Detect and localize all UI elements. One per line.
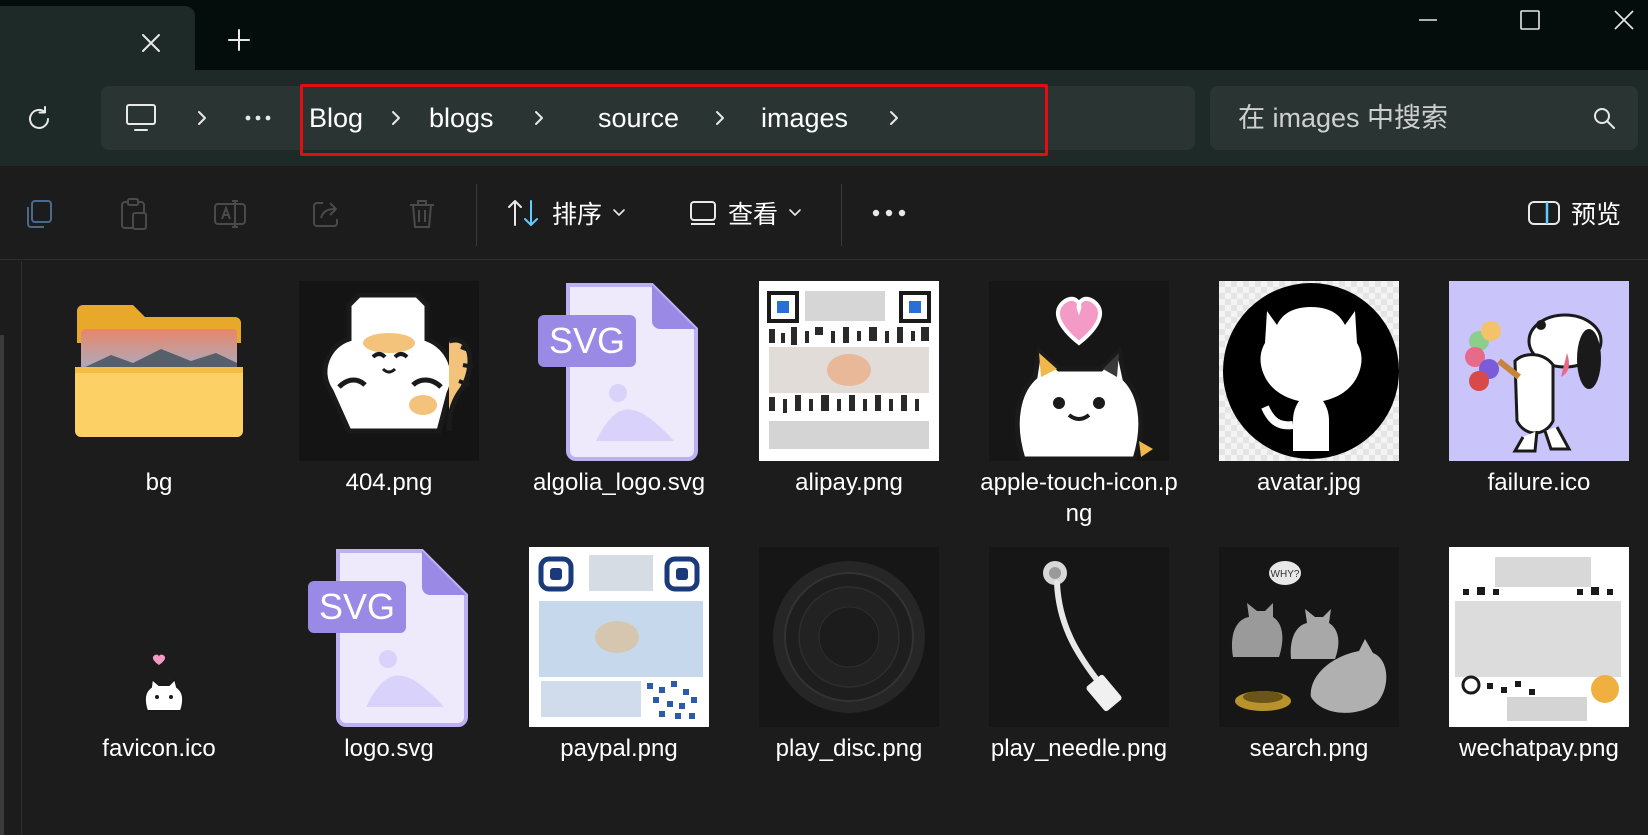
sort-icon	[508, 200, 538, 226]
file-name: search.png	[1249, 735, 1369, 762]
nav-pane-edge	[0, 261, 22, 835]
chevron-right-icon[interactable]	[708, 105, 732, 131]
plus-icon[interactable]	[221, 22, 257, 58]
command-bar: 排序 查看 预览	[0, 166, 1648, 260]
search-icon[interactable]	[1588, 102, 1620, 134]
file-item[interactable]: avatar.jpg	[1209, 281, 1409, 541]
file-name: play_needle.png	[990, 735, 1168, 762]
crumb-blogs[interactable]: blogs	[429, 100, 494, 136]
file-name: algolia_logo.svg	[532, 469, 706, 496]
file-item[interactable]: 404.png	[289, 281, 489, 541]
file-grid: bg 404.png SVG algolia_logo.svg alipay.p…	[0, 261, 1648, 835]
maximize-icon[interactable]	[1502, 0, 1558, 40]
delete-icon[interactable]	[402, 194, 442, 234]
file-item[interactable]: failure.ico	[1439, 281, 1639, 541]
preview-pane-icon	[1528, 201, 1560, 225]
file-name: logo.svg	[344, 735, 434, 762]
file-item[interactable]: play_disc.png	[749, 547, 949, 807]
view-icon	[690, 201, 716, 225]
file-item[interactable]: SVG algolia_logo.svg	[519, 281, 719, 541]
disc-thumbnail	[759, 547, 939, 727]
crumb-source[interactable]: source	[598, 100, 679, 136]
more-crumbs-button[interactable]	[240, 100, 276, 136]
file-item[interactable]: wechatpay.png	[1439, 547, 1639, 807]
view-label: 查看	[728, 201, 779, 229]
minimize-icon[interactable]	[1400, 0, 1456, 40]
svg-file-icon: SVG	[299, 547, 479, 727]
svg-file-icon: SVG	[529, 281, 709, 461]
crumb-images[interactable]: images	[761, 100, 848, 136]
file-item[interactable]: SVG logo.svg	[289, 547, 489, 807]
file-item[interactable]: paypal.png	[519, 547, 719, 807]
file-name: wechatpay.png	[1459, 735, 1619, 762]
file-name: paypal.png	[560, 735, 678, 762]
active-tab[interactable]	[0, 6, 195, 76]
copy-icon[interactable]	[19, 194, 59, 234]
sort-label: 排序	[552, 201, 603, 229]
window-close-icon[interactable]	[1596, 0, 1648, 40]
chevron-right-icon[interactable]	[190, 105, 214, 131]
share-icon[interactable]	[307, 194, 347, 234]
cat-heart-thumbnail	[989, 281, 1169, 461]
qr-code-thumbnail	[529, 547, 709, 727]
needle-thumbnail	[989, 547, 1169, 727]
file-name: avatar.jpg	[1256, 469, 1362, 496]
chevron-right-icon[interactable]	[882, 105, 906, 131]
toolbar-divider	[841, 184, 842, 246]
preview-pane-button[interactable]: 预览	[1527, 188, 1621, 238]
breadcrumb[interactable]: Blog blogs source images	[101, 84, 1195, 156]
file-name: alipay.png	[795, 469, 903, 496]
sort-button[interactable]: 排序	[506, 188, 626, 238]
chevron-right-icon[interactable]	[527, 105, 551, 131]
more-options-button[interactable]	[872, 188, 906, 238]
search-input[interactable]	[1210, 86, 1580, 150]
github-avatar-thumbnail	[1219, 281, 1399, 461]
address-row: Blog blogs source images	[0, 70, 1648, 166]
favicon-thumbnail	[69, 547, 249, 727]
svg-text:SVG: SVG	[549, 320, 625, 361]
file-name: bg	[145, 469, 173, 496]
file-name: failure.ico	[1487, 469, 1591, 496]
folder-icon	[69, 281, 249, 461]
more-icon	[872, 209, 906, 217]
toolbar-divider	[476, 184, 477, 246]
file-item[interactable]: play_needle.png	[979, 547, 1179, 807]
file-name: apple-touch-icon.png	[980, 469, 1178, 527]
snoopy-thumbnail	[1449, 281, 1629, 461]
chevron-down-icon	[789, 209, 801, 216]
view-button[interactable]: 查看	[688, 188, 802, 238]
preview-label: 预览	[1571, 201, 1622, 229]
scrollbar[interactable]	[0, 335, 4, 835]
refresh-icon[interactable]	[18, 98, 60, 140]
rename-icon[interactable]	[210, 194, 250, 234]
file-name: favicon.ico	[102, 735, 216, 762]
svg-text:WHY?: WHY?	[1271, 569, 1300, 580]
file-item[interactable]: bg	[59, 281, 259, 541]
svg-text:SVG: SVG	[319, 586, 395, 627]
qr-code-thumbnail	[1449, 547, 1629, 727]
title-bar	[0, 0, 1648, 76]
file-name: 404.png	[345, 469, 433, 496]
file-item[interactable]: alipay.png	[749, 281, 949, 541]
cat-sticker-thumbnail	[299, 281, 479, 461]
chevron-down-icon	[613, 209, 625, 216]
file-item[interactable]: favicon.ico	[59, 547, 259, 807]
file-item[interactable]: WHY? search.png	[1209, 547, 1409, 807]
crumb-blog[interactable]: Blog	[309, 100, 363, 136]
file-item[interactable]: apple-touch-icon.png	[979, 281, 1179, 541]
close-icon[interactable]	[134, 26, 168, 60]
chevron-right-icon[interactable]	[384, 105, 408, 131]
computer-icon[interactable]	[123, 100, 159, 136]
paste-icon[interactable]	[114, 194, 154, 234]
file-name: play_disc.png	[775, 735, 923, 762]
qr-code-thumbnail	[759, 281, 939, 461]
search-box[interactable]	[1210, 86, 1638, 150]
cats-thumbnail: WHY?	[1219, 547, 1399, 727]
